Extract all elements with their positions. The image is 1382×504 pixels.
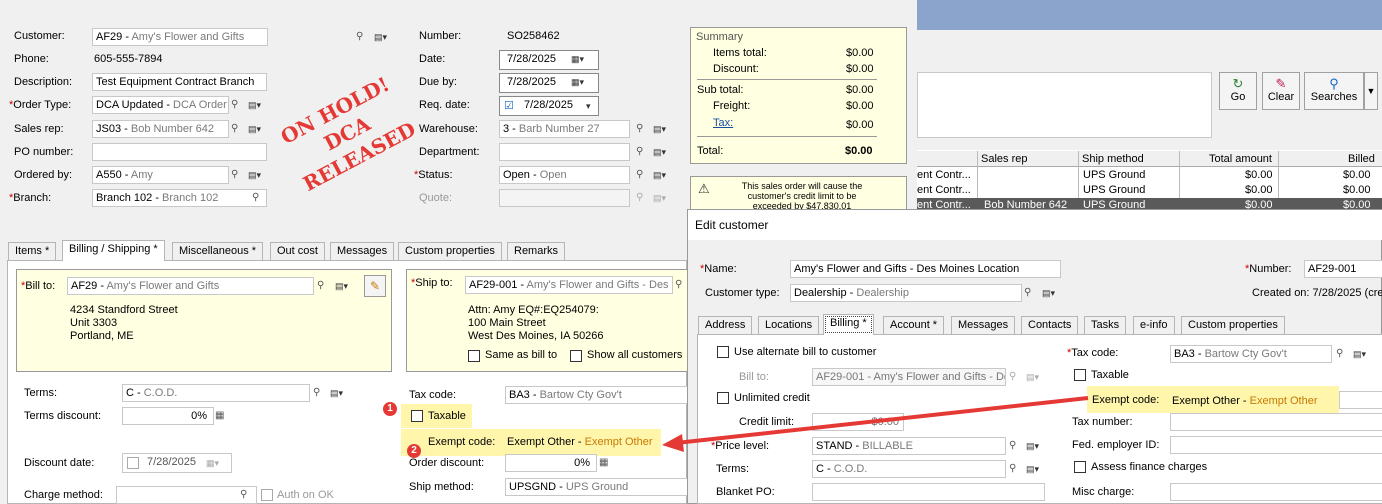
annotation-arrow	[662, 396, 1089, 452]
arrow-head	[662, 434, 684, 452]
annotation-badge-2: 2	[407, 444, 421, 458]
arrow-line	[675, 396, 1089, 445]
annotation-badge-1: 1	[383, 402, 397, 416]
